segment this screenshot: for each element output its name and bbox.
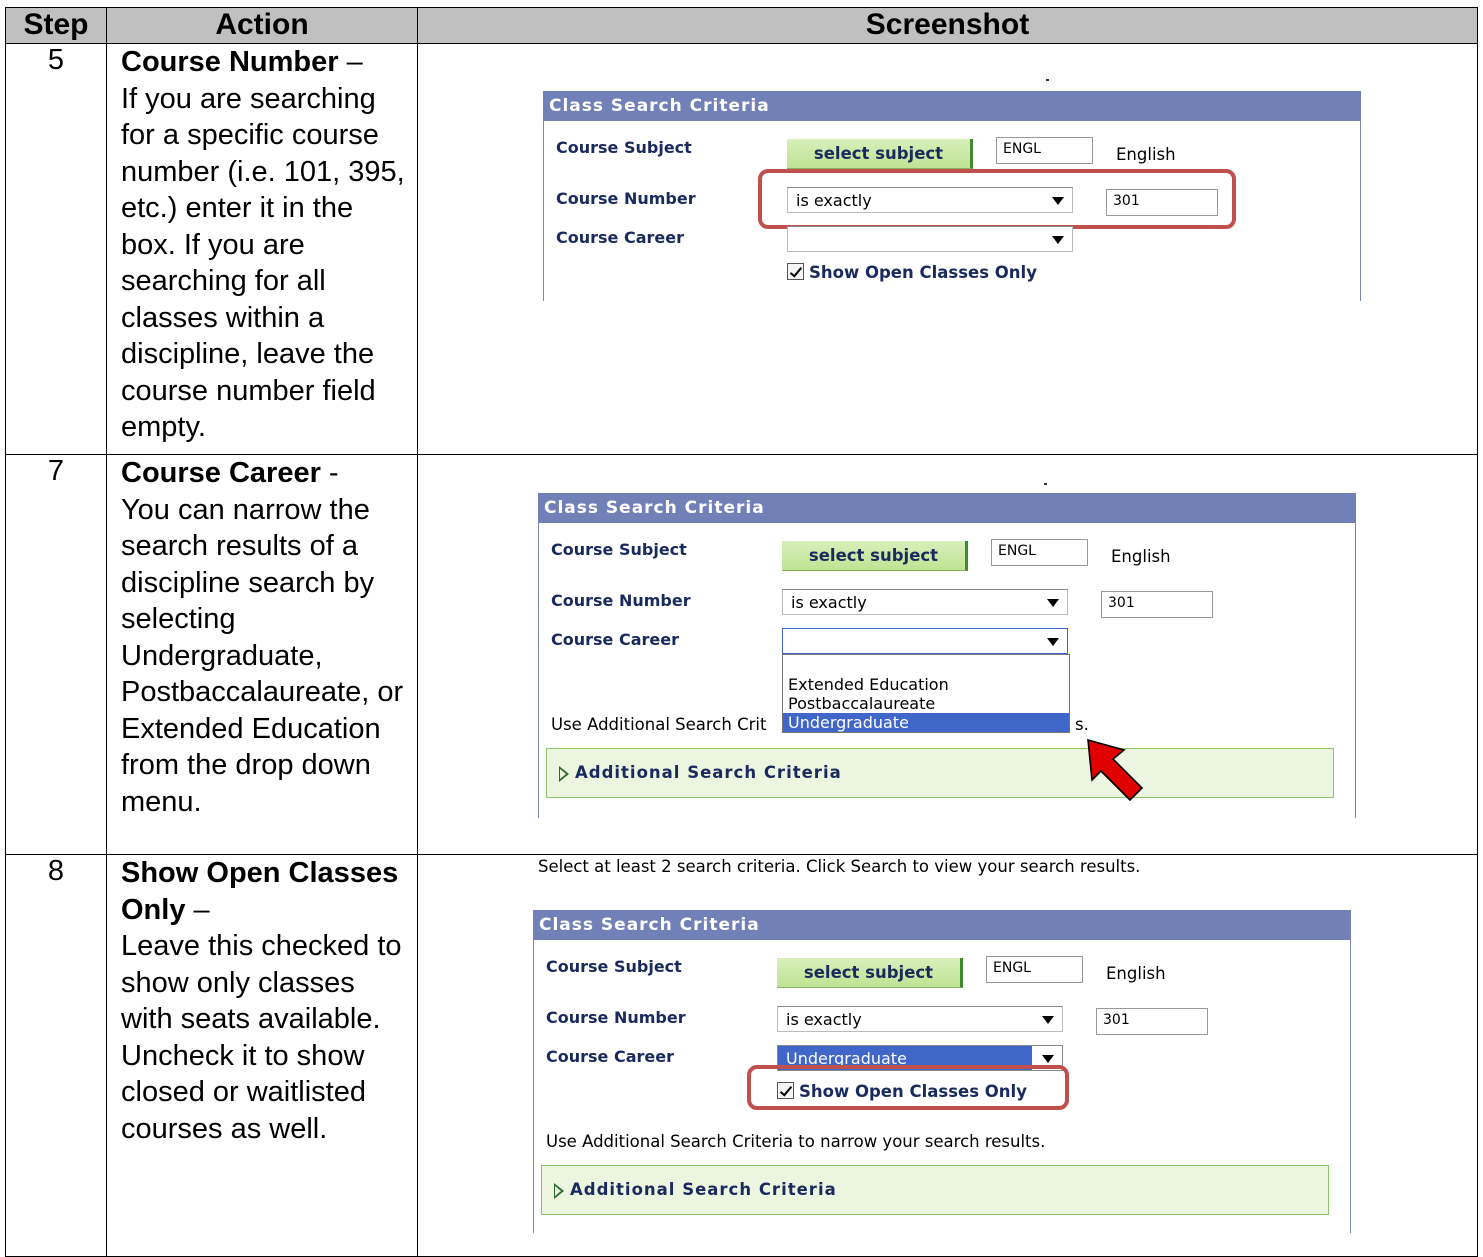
course-subject-label: Course Subject bbox=[556, 138, 692, 157]
header-action: Action bbox=[106, 7, 418, 44]
expand-triangle-icon bbox=[559, 766, 569, 782]
chevron-down-icon bbox=[1042, 1055, 1054, 1063]
action-cell: Course Number – If you are searching for … bbox=[106, 43, 418, 455]
highlight-box bbox=[758, 169, 1236, 229]
action-sep: – bbox=[185, 893, 210, 926]
career-select[interactable] bbox=[787, 226, 1073, 252]
course-number-input[interactable]: 301 bbox=[1101, 591, 1213, 618]
course-career-label: Course Career bbox=[546, 1047, 674, 1066]
additional-search-criteria[interactable]: Additional Search Criteria bbox=[541, 1165, 1329, 1215]
subject-code-input[interactable]: ENGL bbox=[991, 539, 1088, 566]
match-select-value: is exactly bbox=[791, 593, 867, 612]
panel-header: Class Search Criteria bbox=[543, 91, 1361, 121]
action-title: Course Career bbox=[121, 457, 321, 489]
match-select-value: is exactly bbox=[786, 1010, 862, 1029]
action-title: Course Number bbox=[121, 46, 339, 78]
checkbox-icon bbox=[787, 263, 804, 280]
header-step: Step bbox=[5, 7, 107, 44]
course-number-label: Course Number bbox=[546, 1008, 686, 1027]
action-body: You can narrow the search results of a d… bbox=[121, 493, 404, 818]
header-screenshot: Screenshot bbox=[417, 7, 1478, 44]
additional-search-criteria[interactable]: Additional Search Criteria bbox=[546, 748, 1334, 798]
action-cell: Course Career - You can narrow the search… bbox=[106, 454, 418, 855]
course-number-label: Course Number bbox=[556, 189, 696, 208]
action-sep: – bbox=[338, 46, 363, 78]
course-number-input[interactable]: 301 bbox=[1096, 1008, 1208, 1035]
screenshot-cell: Select at least 2 search criteria. Click… bbox=[417, 854, 1478, 1257]
screenshot-cell: Class Search Criteria Course Subject sel… bbox=[417, 454, 1478, 855]
career-option-postbacc[interactable]: Postbaccalaureate bbox=[783, 694, 1069, 713]
instruction-table: Step Action Screenshot 5 Course Number –… bbox=[5, 7, 1478, 1257]
table-header-row: Step Action Screenshot bbox=[5, 7, 1478, 44]
action-title: Show Open Classes Only bbox=[121, 857, 399, 926]
chevron-down-icon bbox=[1042, 1016, 1054, 1024]
expand-triangle-icon bbox=[554, 1183, 564, 1199]
course-subject-label: Course Subject bbox=[551, 540, 687, 559]
table-row: 8 Show Open Classes Only – Leave this che… bbox=[5, 854, 1478, 1257]
select-subject-button[interactable]: select subject bbox=[787, 139, 973, 169]
chevron-down-icon bbox=[1052, 236, 1064, 244]
chevron-down-icon bbox=[1047, 638, 1059, 646]
panel-header: Class Search Criteria bbox=[533, 910, 1351, 940]
additional-hint: Use Additional Search Criteria to narrow… bbox=[546, 1132, 1046, 1151]
class-search-panel: Class Search Criteria Course Subject sel… bbox=[538, 483, 1356, 818]
chevron-down-icon bbox=[1047, 599, 1059, 607]
career-option-undergrad[interactable]: Undergraduate bbox=[783, 713, 1069, 732]
red-arrow-icon bbox=[1087, 738, 1144, 802]
action-body: Leave this checked to show only classes … bbox=[121, 930, 402, 1145]
course-career-label: Course Career bbox=[551, 630, 679, 649]
table-row: 7 Course Career - You can narrow the sear… bbox=[5, 454, 1478, 855]
career-select[interactable] bbox=[782, 628, 1068, 654]
table-row: 5 Course Number – If you are searching fo… bbox=[5, 43, 1478, 455]
match-select[interactable]: is exactly bbox=[782, 589, 1068, 615]
additional-link-label: Additional Search Criteria bbox=[575, 763, 842, 782]
match-select[interactable]: is exactly bbox=[777, 1006, 1063, 1032]
select-subject-button[interactable]: select subject bbox=[782, 541, 968, 571]
action-cell: Show Open Classes Only – Leave this check… bbox=[106, 854, 418, 1257]
career-dropdown-list: Extended Education Postbaccalaureate Und… bbox=[782, 654, 1070, 733]
course-subject-label: Course Subject bbox=[546, 957, 682, 976]
highlight-box bbox=[747, 1065, 1069, 1110]
step-number: 5 bbox=[5, 43, 107, 455]
additional-link-label: Additional Search Criteria bbox=[570, 1180, 837, 1199]
subject-code-input[interactable]: ENGL bbox=[986, 956, 1083, 983]
show-open-checkbox[interactable]: Show Open Classes Only bbox=[787, 263, 1037, 282]
panel-header: Class Search Criteria bbox=[538, 493, 1356, 523]
stray-mark bbox=[1044, 483, 1047, 485]
class-search-panel: Class Search Criteria Course Subject sel… bbox=[543, 79, 1361, 301]
course-career-label: Course Career bbox=[556, 228, 684, 247]
step-number: 8 bbox=[5, 854, 107, 1257]
action-sep: - bbox=[320, 457, 339, 489]
class-search-panel: Class Search Criteria Course Subject sel… bbox=[533, 910, 1351, 1233]
select-subject-button[interactable]: select subject bbox=[777, 958, 963, 988]
subject-name: English bbox=[1111, 547, 1171, 566]
show-open-label: Show Open Classes Only bbox=[809, 263, 1037, 282]
career-option-extended[interactable]: Extended Education bbox=[783, 675, 1069, 694]
screenshot-cell: Class Search Criteria Course Subject sel… bbox=[417, 43, 1478, 455]
action-body: If you are searching for a specific cour… bbox=[121, 82, 405, 444]
stray-mark bbox=[1046, 79, 1049, 81]
step-number: 7 bbox=[5, 454, 107, 855]
additional-hint: Use Additional Search Crit s. bbox=[551, 715, 1089, 734]
subject-name: English bbox=[1106, 964, 1166, 983]
instruction-text: Select at least 2 search criteria. Click… bbox=[538, 857, 1141, 876]
course-number-label: Course Number bbox=[551, 591, 691, 610]
subject-name: English bbox=[1116, 145, 1176, 164]
subject-code-input[interactable]: ENGL bbox=[996, 137, 1093, 164]
